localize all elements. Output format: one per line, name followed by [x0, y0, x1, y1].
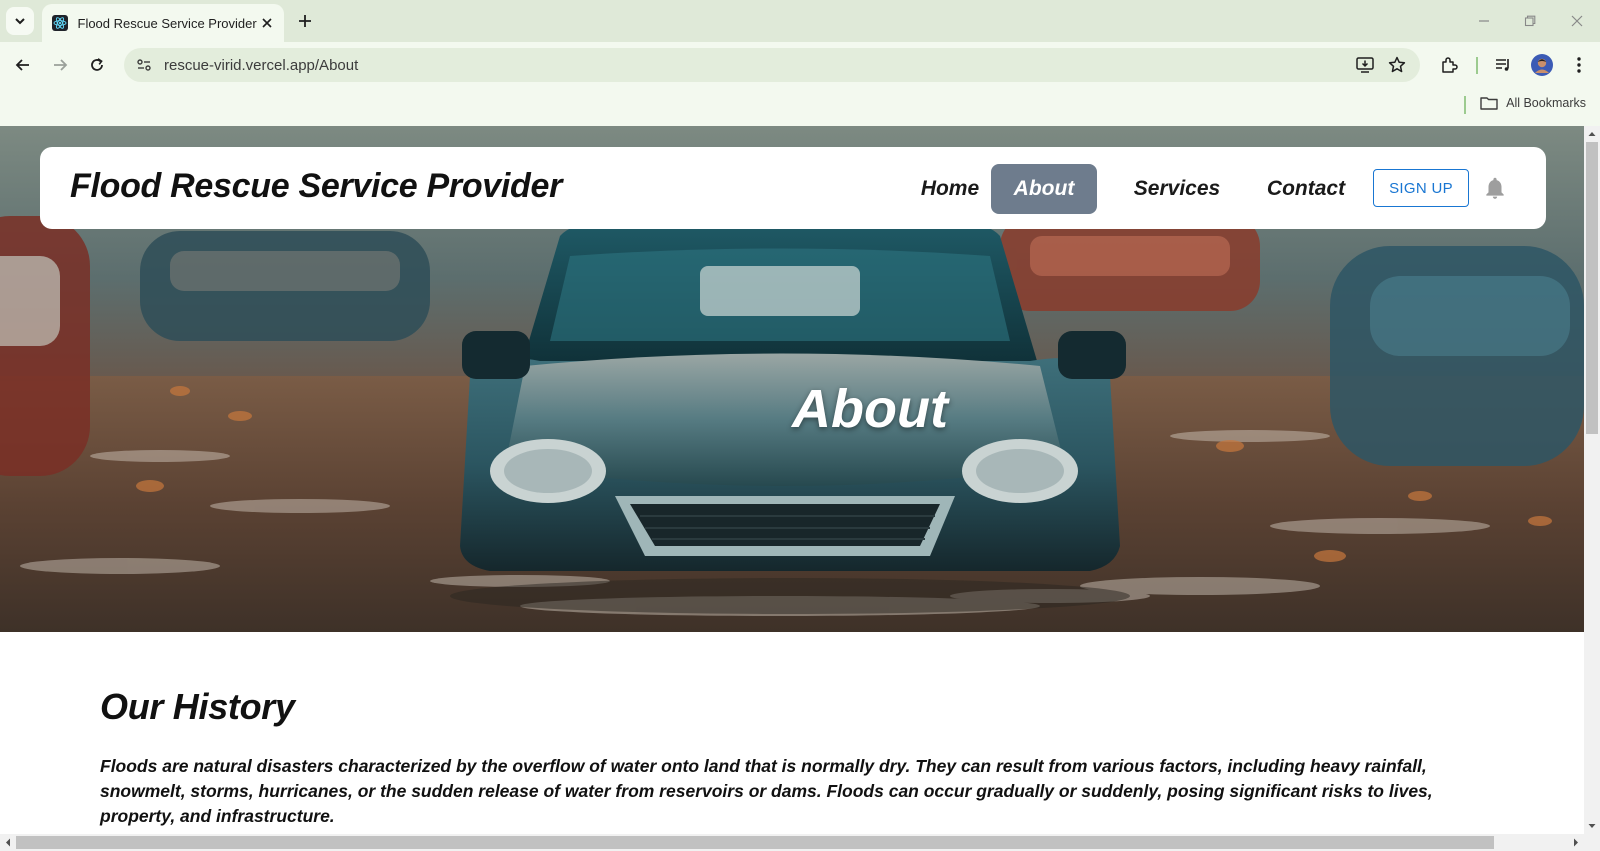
react-favicon-icon [52, 15, 68, 31]
site-info-icon[interactable] [136, 57, 152, 73]
browser-toolbar: rescue-virid.vercel.app/About [0, 42, 1600, 88]
bookmarks-bar: All Bookmarks [0, 88, 1600, 126]
back-arrow-icon[interactable] [8, 50, 38, 80]
scroll-right-arrow-icon[interactable] [1568, 834, 1584, 851]
active-tab[interactable]: Flood Rescue Service Provider [42, 4, 284, 42]
nav-services-link[interactable]: Services [1115, 164, 1239, 214]
all-bookmarks-label: All Bookmarks [1506, 96, 1586, 110]
scroll-left-arrow-icon[interactable] [0, 834, 16, 851]
scroll-up-arrow-icon[interactable] [1584, 126, 1600, 142]
horizontal-scrollbar[interactable] [0, 834, 1600, 851]
nav-contact-link[interactable]: Contact [1248, 164, 1364, 214]
vertical-scroll-thumb[interactable] [1586, 142, 1598, 434]
install-app-icon[interactable] [1356, 57, 1374, 73]
nav-home-link[interactable]: Home [900, 164, 1000, 214]
all-bookmarks-button[interactable]: All Bookmarks [1480, 96, 1586, 110]
restore-icon[interactable] [1519, 10, 1541, 32]
more-menu-icon[interactable] [1564, 50, 1594, 80]
history-section: Our History Floods are natural disasters… [100, 686, 1480, 829]
site-navbar: Flood Rescue Service Provider Home About… [40, 147, 1546, 229]
page-viewport: Flood Rescue Service Provider Home About… [0, 126, 1584, 834]
profile-avatar[interactable] [1527, 50, 1557, 80]
tab-close-icon[interactable] [257, 12, 278, 34]
bookmark-star-icon[interactable] [1388, 56, 1406, 74]
signup-button[interactable]: SIGN UP [1373, 169, 1469, 207]
url-text[interactable]: rescue-virid.vercel.app/About [164, 57, 358, 74]
close-window-icon[interactable] [1566, 10, 1588, 32]
history-paragraph: Floods are natural disasters characteriz… [100, 756, 1433, 826]
chevron-down-icon [15, 18, 25, 25]
hero-title: About [792, 379, 948, 439]
nav-about-link[interactable]: About [991, 164, 1097, 214]
address-bar[interactable]: rescue-virid.vercel.app/About [124, 48, 1420, 82]
tab-search-button[interactable] [6, 7, 34, 35]
minimize-icon[interactable] [1473, 10, 1495, 32]
browser-tab-bar: Flood Rescue Service Provider [0, 0, 1600, 42]
reload-icon[interactable] [82, 50, 112, 80]
media-control-icon[interactable] [1488, 50, 1518, 80]
site-brand[interactable]: Flood Rescue Service Provider [70, 167, 562, 206]
extensions-puzzle-icon[interactable] [1434, 50, 1464, 80]
forward-arrow-icon[interactable] [45, 50, 75, 80]
scroll-down-arrow-icon[interactable] [1584, 818, 1600, 834]
bookmarks-divider [1464, 96, 1466, 114]
hero-banner: Flood Rescue Service Provider Home About… [0, 126, 1584, 632]
vertical-scrollbar[interactable] [1584, 126, 1600, 834]
new-tab-icon[interactable] [294, 10, 316, 32]
folder-icon [1480, 97, 1498, 110]
horizontal-scroll-thumb[interactable] [16, 836, 1494, 849]
history-heading: Our History [100, 686, 295, 727]
bell-icon[interactable] [1482, 175, 1508, 201]
toolbar-divider [1476, 57, 1478, 74]
tab-title: Flood Rescue Service Provider [77, 15, 257, 31]
